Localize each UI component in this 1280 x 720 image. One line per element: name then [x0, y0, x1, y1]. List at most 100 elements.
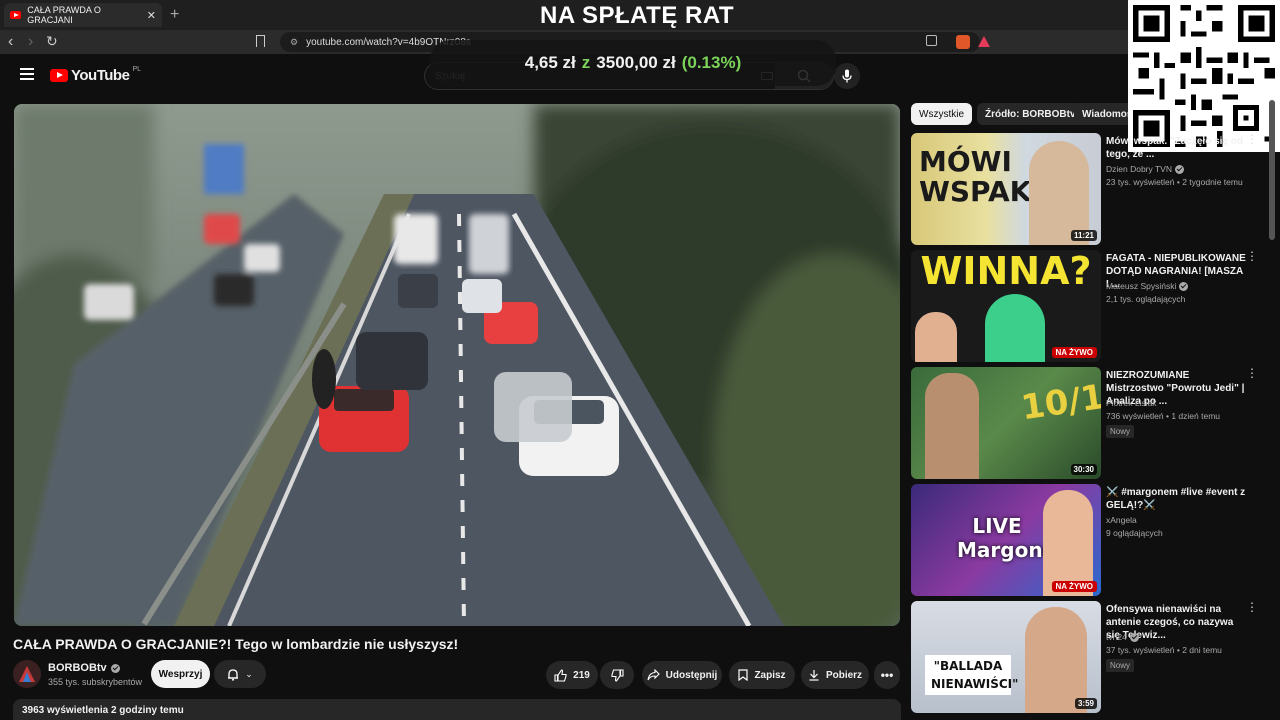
related-meta: 9 oglądających	[1106, 528, 1163, 538]
thumbnail-text: LIVE Margonem	[957, 514, 1077, 562]
more-icon: •••	[880, 668, 894, 682]
more-options-icon[interactable]: ⋮	[1246, 250, 1258, 262]
donation-amount: 4,65 zł	[524, 53, 576, 72]
like-button[interactable]: 219	[546, 661, 598, 689]
forward-icon[interactable]: ›	[28, 33, 33, 51]
download-button[interactable]: Pobierz	[801, 661, 869, 689]
video-thumbnail[interactable]: LIVE Margonem NA ŻYWO	[911, 484, 1101, 596]
person-figure	[925, 373, 979, 479]
donation-progress-overlay: 4,65 zł z 3500,00 zł (0.13%)	[430, 40, 836, 86]
thumb-down-icon	[610, 668, 624, 682]
related-meta: 37 tys. wyświetleń • 2 dni temu	[1106, 645, 1222, 655]
thumbnail-text: MÓWI WSPAK	[919, 145, 1032, 208]
save-button[interactable]: Zapisz	[729, 661, 795, 689]
download-icon	[809, 670, 819, 681]
channel-name[interactable]: BORBOBtv	[48, 662, 120, 674]
reload-icon[interactable]: ↻	[46, 33, 58, 50]
menu-icon[interactable]	[20, 68, 34, 83]
chip-source-channel[interactable]: Źródło: BORBOBtv	[977, 103, 1084, 125]
related-channel: Piotrek Lisiak	[1106, 398, 1157, 408]
video-duration: 30:30	[1070, 464, 1097, 475]
related-meta: 23 tys. wyświetleń • 2 tygodnie temu	[1106, 177, 1243, 187]
new-badge: Nowy	[1106, 425, 1135, 438]
related-video[interactable]: WINNA? NA ŻYWO FAGATA - NIEPUBLIKOWANE D…	[911, 250, 1271, 362]
brave-rewards-icon[interactable]	[978, 36, 990, 47]
more-options-icon[interactable]: ⋮	[1246, 367, 1258, 379]
live-badge: NA ŻYWO	[1051, 581, 1097, 592]
share-button[interactable]: Udostępnij	[642, 661, 722, 689]
like-count: 219	[573, 669, 590, 681]
dislike-button[interactable]	[600, 661, 634, 689]
more-actions-button[interactable]: •••	[874, 661, 900, 689]
related-video[interactable]: LIVE Margonem NA ŻYWO ⚔️ #margonem #live…	[911, 484, 1271, 596]
video-player[interactable]	[14, 104, 900, 626]
browser-tab[interactable]: CAŁA PRAWDA O GRACJANI ✕	[4, 3, 162, 27]
related-title: ⚔️ #margonem #live #event z GELĄ!?⚔️	[1106, 487, 1246, 511]
brave-shield-icon[interactable]	[956, 35, 970, 49]
related-video[interactable]: MÓWI WSPAK 11:21 Mówi wspak. "Zaczęło si…	[911, 133, 1271, 245]
related-channel: Mateusz Spysiński	[1106, 281, 1189, 291]
share-icon	[647, 669, 660, 681]
related-meta: 736 wyświetleń • 1 dzień temu	[1106, 411, 1221, 421]
share-label: Udostępnij	[665, 669, 718, 681]
verified-icon	[1179, 281, 1189, 291]
youtube-logo[interactable]: YouTube PL	[50, 66, 141, 84]
thumbnail-text: "BALLADA NIENAWIŚCI"	[925, 655, 1018, 695]
back-icon[interactable]: ‹	[8, 33, 13, 51]
download-label: Pobierz	[825, 669, 863, 681]
more-options-icon[interactable]: ⋮	[1246, 133, 1258, 145]
more-options-icon[interactable]: ⋮	[1246, 601, 1258, 613]
voice-search-button[interactable]	[834, 63, 860, 89]
donation-percent: (0.13%)	[681, 53, 742, 72]
subscriber-count: 355 tys. subskrybentów	[48, 677, 143, 687]
thumb-up-icon	[554, 668, 567, 682]
chevron-down-icon: ⌄	[245, 668, 253, 679]
video-thumbnail[interactable]: MÓWI WSPAK 11:21	[911, 133, 1101, 245]
related-meta: 2,1 tys. oglądających	[1106, 294, 1186, 304]
chip-all[interactable]: Wszystkie	[911, 103, 972, 125]
related-channel: tvn24	[1106, 632, 1139, 642]
verified-icon	[1174, 164, 1184, 174]
save-label: Zapisz	[754, 669, 786, 681]
youtube-favicon-icon	[10, 11, 22, 19]
new-badge: Nowy	[1106, 659, 1135, 672]
tab-title: CAŁA PRAWDA O GRACJANI	[27, 5, 101, 25]
video-title: CAŁA PRAWDA O GRACJANIE?! Tego w lombard…	[13, 636, 459, 652]
save-icon	[738, 669, 749, 681]
person-figure	[985, 294, 1045, 362]
bell-icon	[228, 668, 239, 681]
join-button[interactable]: Wesprzyj	[151, 660, 210, 688]
qr-code-image	[1128, 0, 1280, 152]
views-and-date: 3963 wyświetlenia 2 godziny temu	[22, 705, 184, 716]
related-video[interactable]: "BALLADA NIENAWIŚCI" 3:59 Ofensywa niena…	[911, 601, 1271, 713]
video-thumbnail[interactable]: WINNA? NA ŻYWO	[911, 250, 1101, 362]
sidebar-scrollbar[interactable]	[1269, 100, 1275, 240]
related-video[interactable]: 10/10 30:30 NIEZROZUMIANE Mistrzostwo "P…	[911, 367, 1271, 479]
qr-code	[1128, 0, 1280, 152]
verified-icon	[1129, 632, 1139, 642]
related-title: Mówi wspak. "Zaczęło się od tego, że ...	[1106, 136, 1243, 160]
video-duration: 3:59	[1074, 698, 1097, 709]
related-channel: xAngela	[1106, 515, 1137, 525]
person-figure	[915, 312, 957, 362]
video-description-box[interactable]: 3963 wyświetlenia 2 godziny temu	[13, 699, 901, 720]
open-external-icon[interactable]	[926, 35, 937, 46]
thumbnail-text: 10/10	[1018, 373, 1101, 429]
bookmark-icon[interactable]	[256, 35, 265, 47]
microphone-icon	[842, 69, 852, 83]
new-tab-button[interactable]: +	[170, 6, 179, 24]
channel-avatar[interactable]	[13, 660, 41, 688]
close-tab-icon[interactable]: ✕	[147, 9, 156, 22]
video-thumbnail[interactable]: "BALLADA NIENAWIŚCI" 3:59	[911, 601, 1101, 713]
live-badge: NA ŻYWO	[1051, 347, 1097, 358]
donation-separator: z	[581, 53, 591, 72]
notifications-button[interactable]: ⌄	[214, 660, 266, 688]
site-info-icon[interactable]: ⚙	[290, 37, 298, 48]
donation-goal: 3500,00 zł	[596, 53, 676, 72]
video-thumbnail[interactable]: 10/10 30:30	[911, 367, 1101, 479]
thumbnail-text: WINNA?	[920, 250, 1092, 293]
video-duration: 11:21	[1070, 230, 1097, 241]
channel-avatar-image	[13, 660, 41, 688]
overlay-title: NA SPŁATĘ RAT	[540, 2, 735, 29]
youtube-logo-icon	[50, 69, 68, 82]
